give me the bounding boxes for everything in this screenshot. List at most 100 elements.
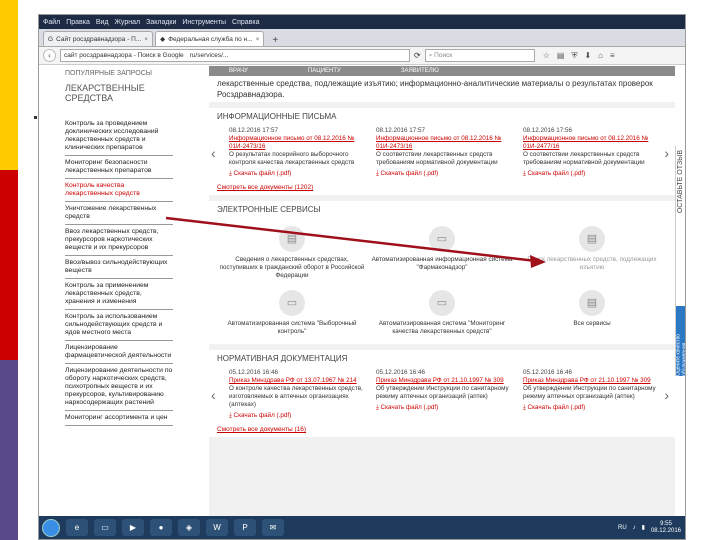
card-link[interactable]: Приказ Минздрава РФ от 21.10.1997 № 309	[376, 377, 511, 385]
download-icon[interactable]: ⬇	[584, 51, 591, 61]
browser-window: Файл Правка Вид Журнал Закладки Инструме…	[38, 14, 686, 540]
menu-tools[interactable]: Инструменты	[182, 19, 226, 26]
service-label: Автоматизированная информационная систем…	[371, 256, 513, 271]
menu-bar: Файл Правка Вид Журнал Закладки Инструме…	[39, 15, 685, 29]
card-link[interactable]: Приказ Минздрава РФ от 13.07.1967 № 214	[229, 377, 364, 385]
download-label: Скачать файл (.pdf)	[380, 404, 439, 411]
menu-edit[interactable]: Правка	[66, 19, 90, 26]
menu-view[interactable]: Вид	[96, 19, 109, 26]
card-text: О результатах посерийного выборочного ко…	[229, 151, 355, 166]
search-input[interactable]: ⌕ Поиск	[424, 49, 535, 62]
letters-more-link[interactable]: Смотреть все документы (1202)	[217, 184, 667, 191]
feedback-label: ОСТАВЬТЕ ОТЗЫВ	[677, 150, 684, 214]
clock[interactable]: 9:55 08.12.2016	[651, 521, 681, 535]
reload-icon[interactable]: ⟳	[414, 51, 421, 60]
sidebar-item[interactable]: Контроль за проведением доклинических ис…	[65, 117, 173, 156]
services-section: ЭЛЕКТРОННЫЕ СЕРВИСЫ ▤ Сведения о лекарств…	[209, 201, 675, 344]
service-item[interactable]: ▭ Автоматизированная информационная систе…	[367, 226, 517, 280]
sidebar-item-active[interactable]: Контроль качества лекарственных средств	[65, 179, 173, 202]
audience-applicant[interactable]: ЗАЯВИТЕЛЮ	[401, 68, 439, 74]
sidebar-item[interactable]: Мониторинг ассортимента и цен	[65, 411, 173, 426]
card-link[interactable]: Информационное письмо от 08.12.2016 № 01…	[376, 135, 511, 151]
page-content: ПОПУЛЯРНЫЕ ЗАПРОСЫ ЛЕКАРСТВЕННЫЕ СРЕДСТВ…	[39, 66, 685, 518]
star-icon[interactable]: ☆	[543, 51, 550, 61]
sidebar-item[interactable]: Ввоз лекарственных средств, прекурсоров …	[65, 225, 173, 256]
sidebar-item[interactable]: Лицензирование фармацевтической деятельн…	[65, 341, 173, 364]
reader-icon[interactable]: ▤	[557, 51, 565, 61]
app-icon[interactable]: ✉	[262, 519, 284, 536]
download-link[interactable]: ⤓ Скачать файл (.pdf)	[229, 412, 364, 420]
menu-bookmarks[interactable]: Закладки	[146, 19, 176, 26]
shield-icon[interactable]: ⛨	[571, 51, 577, 61]
menu-help[interactable]: Справка	[232, 19, 259, 26]
search-placeholder: Поиск	[434, 52, 453, 59]
system-tray: RU ♪ ▮ 9:55 08.12.2016	[618, 521, 685, 535]
menu-history[interactable]: Журнал	[115, 19, 141, 26]
inbox-icon: ▭	[279, 290, 305, 316]
language-indicator[interactable]: RU	[618, 525, 627, 531]
sidebar-item[interactable]: Лицензирование деятельности по обороту н…	[65, 364, 173, 411]
card-link[interactable]: Информационное письмо от 08.12.2016 № 01…	[523, 135, 658, 151]
services-grid: ▤ Сведения о лекарственных средствах, пос…	[217, 220, 667, 340]
folder-icon[interactable]: ▭	[94, 519, 116, 536]
audience-patient[interactable]: ПАЦИЕНТУ	[308, 68, 341, 74]
new-tab-button[interactable]: +	[266, 35, 284, 46]
sidebar-item[interactable]: Контроль за использованием сильнодейству…	[65, 310, 173, 341]
card-date: 05.12.2016 16:46	[376, 369, 426, 376]
service-label: Поиск лекарственных средств, подлежащих …	[527, 256, 657, 271]
sidebar-item[interactable]: Контроль за применением лекарственных ср…	[65, 279, 173, 310]
close-icon[interactable]: ×	[256, 36, 260, 43]
app-icon[interactable]: ◈	[178, 519, 200, 536]
sidebar-heading: ЛЕКАРСТВЕННЫЕ СРЕДСТВА	[65, 83, 145, 103]
tab-bar: G Сайт росздравнадзора - П... × ◆ Федеральн…	[39, 29, 685, 47]
word-icon[interactable]: W	[206, 519, 228, 536]
feedback-tab[interactable]: ОСТАВЬТЕ ОТЗЫВ Оцените качество обслужив…	[675, 146, 685, 376]
download-link[interactable]: ⤓ Скачать файл (.pdf)	[376, 404, 511, 412]
media-icon[interactable]: ▶	[122, 519, 144, 536]
service-item[interactable]: ▤ Сведения о лекарственных средствах, пос…	[217, 226, 367, 280]
volume-icon[interactable]: ♪	[633, 525, 636, 531]
sidebar-item[interactable]: Уничтожение лекарственных средств	[65, 202, 173, 225]
download-link[interactable]: ⤓ Скачать файл (.pdf)	[229, 170, 364, 178]
download-link[interactable]: ⤓ Скачать файл (.pdf)	[523, 170, 658, 178]
section-title: ЭЛЕКТРОННЫЕ СЕРВИСЫ	[217, 205, 321, 214]
download-link[interactable]: ⤓ Скачать файл (.pdf)	[523, 404, 658, 412]
firefox-icon[interactable]: ●	[150, 519, 172, 536]
menu-icon[interactable]: ≡	[610, 51, 615, 61]
powerpoint-icon[interactable]: P	[234, 519, 256, 536]
service-item[interactable]: ▤ Поиск лекарственных средств, подлежащих…	[517, 226, 667, 280]
address-bar[interactable]: сайт росздравнадзора - Поиск в Google ru/…	[60, 49, 410, 62]
docs-more-link[interactable]: Смотреть все документы (16)	[217, 426, 667, 433]
sidebar-item[interactable]: Мониторинг безопасности лекарственных пр…	[65, 156, 173, 179]
chevron-right-icon[interactable]: ›	[664, 387, 669, 403]
card-link[interactable]: Информационное письмо от 08.12.2016 № 01…	[229, 135, 364, 151]
tab-google[interactable]: G Сайт росздравнадзора - П... ×	[43, 31, 154, 46]
address-path: ru/services/...	[189, 52, 229, 59]
tab-roszdrav[interactable]: ◆ Федеральная служба по н... ×	[155, 31, 265, 46]
home-icon[interactable]: ⌂	[598, 51, 603, 61]
service-label: Автоматизированная система "Мониторинг к…	[378, 320, 506, 335]
network-icon[interactable]: ▮	[642, 524, 645, 531]
chevron-right-icon[interactable]: ›	[664, 145, 669, 161]
ie-icon[interactable]: e	[66, 519, 88, 536]
section-title: ИНФОРМАЦИОННЫЕ ПИСЬМА	[217, 112, 337, 121]
back-icon[interactable]: ‹	[43, 49, 56, 62]
chevron-left-icon[interactable]: ‹	[211, 145, 216, 161]
popular-queries[interactable]: ПОПУЛЯРНЫЕ ЗАПРОСЫ	[65, 70, 173, 77]
start-button[interactable]	[42, 518, 60, 537]
doc-card: 05.12.2016 16:46 Приказ Минздрава РФ от …	[523, 369, 658, 420]
audience-doctor[interactable]: ВРАЧУ	[229, 68, 248, 74]
service-item[interactable]: ▭ Автоматизированная система "Мониторинг …	[367, 290, 517, 336]
service-item[interactable]: ▭ Автоматизированная система "Выборочный …	[217, 290, 367, 336]
menu-file[interactable]: Файл	[43, 19, 60, 26]
rating-badge[interactable]: Оцените качество обслуживания	[676, 306, 685, 376]
close-icon[interactable]: ×	[144, 36, 148, 43]
sidebar-item[interactable]: Ввоз/вывоз сильнодействующих веществ	[65, 256, 173, 279]
card-link[interactable]: Приказ Минздрава РФ от 21.10.1997 № 309	[523, 377, 658, 385]
audience-strip: ВРАЧУ ПАЦИЕНТУ ЗАЯВИТЕЛЮ	[209, 66, 675, 76]
download-link[interactable]: ⤓ Скачать файл (.pdf)	[376, 170, 511, 178]
card-date: 05.12.2016 16:46	[229, 369, 279, 376]
doc-card: 05.12.2016 16:46 Приказ Минздрава РФ от …	[376, 369, 511, 420]
chevron-left-icon[interactable]: ‹	[211, 387, 216, 403]
service-item[interactable]: ▤ Все сервисы	[517, 290, 667, 336]
